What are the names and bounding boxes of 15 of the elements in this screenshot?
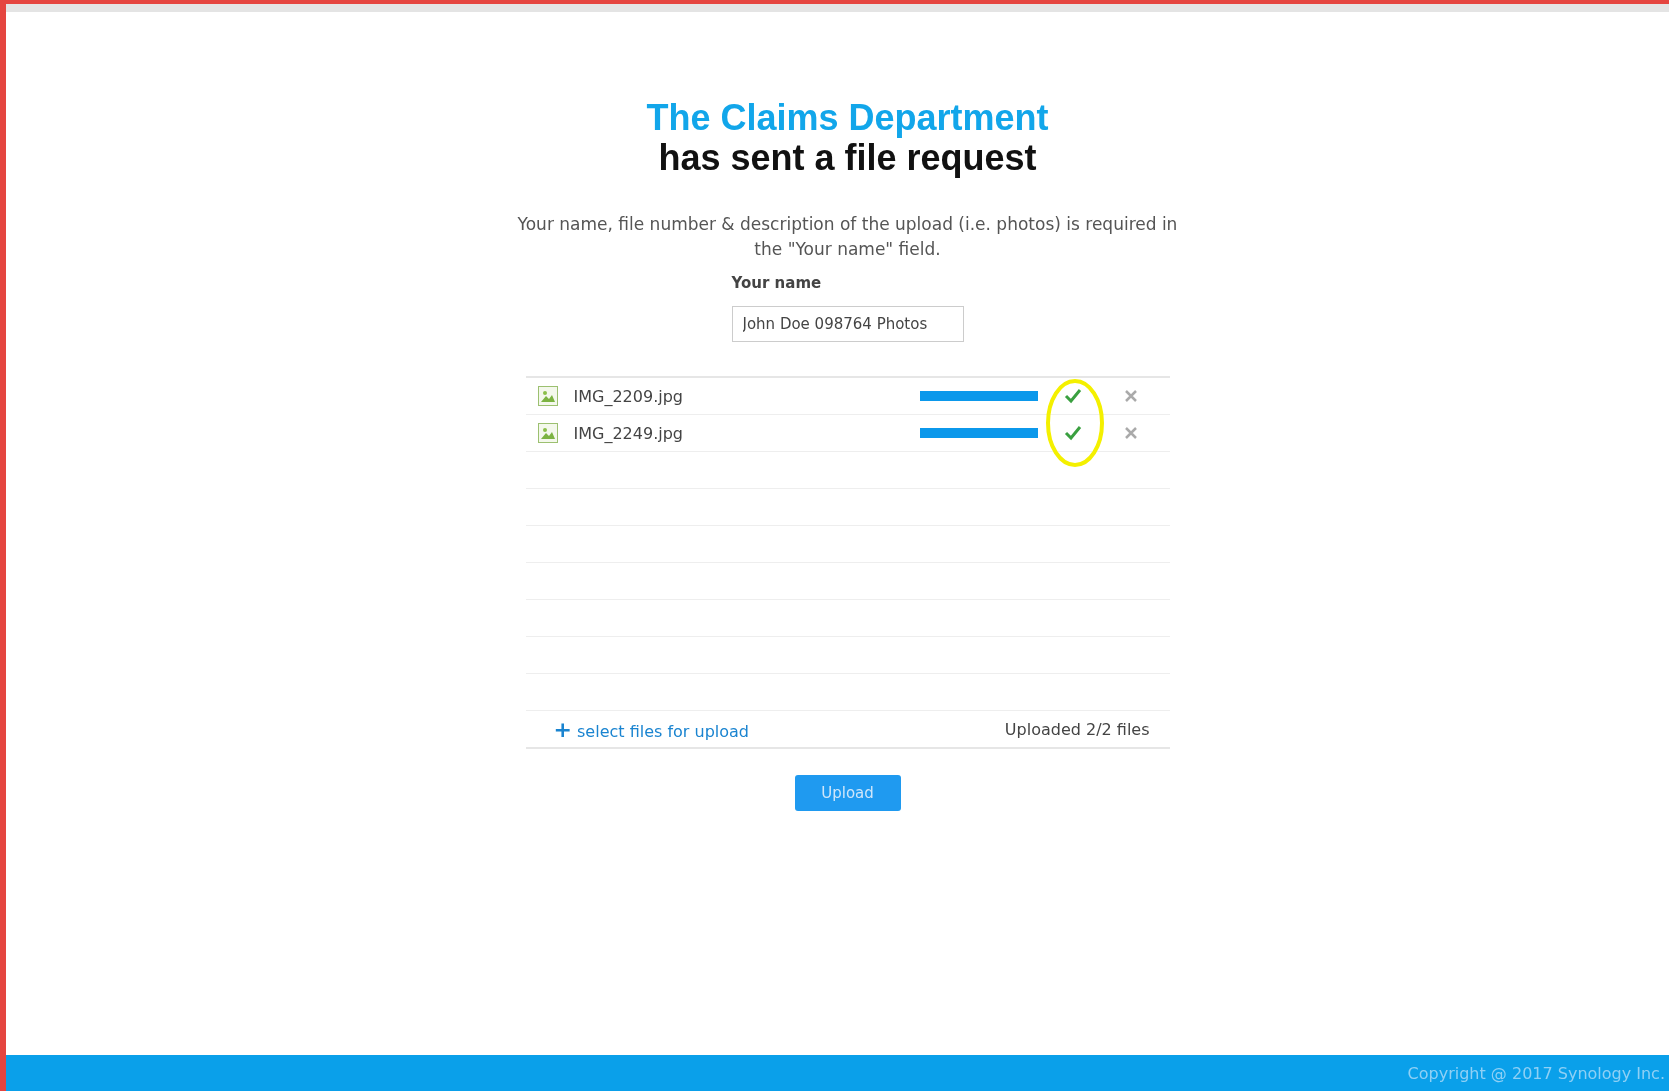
- instructions: Your name, file number & description of the upload (i.e. photos) is required in the "Your name" field.: [517, 213, 1178, 261]
- page-title: has sent a file request: [658, 138, 1037, 178]
- name-field[interactable]: John Doe 098764 Photos: [731, 306, 964, 342]
- image-file-icon: [537, 423, 558, 443]
- select-files-link[interactable]: + select files for upload: [553, 716, 749, 742]
- upload-button[interactable]: Upload: [794, 775, 901, 811]
- file-name: IMG_2249.jpg: [573, 423, 684, 443]
- close-icon[interactable]: [1123, 389, 1138, 403]
- field-label: Your name: [731, 274, 823, 292]
- sender-title: The Claims Department: [646, 98, 1049, 138]
- upload-status: Uploaded 2/2 files: [1004, 719, 1150, 739]
- copyright-text: Copyright @ 2017 Synology Inc.: [1407, 1063, 1665, 1083]
- file-name: IMG_2209.jpg: [573, 386, 684, 406]
- image-file-icon: [537, 386, 558, 406]
- close-icon[interactable]: [1123, 426, 1138, 440]
